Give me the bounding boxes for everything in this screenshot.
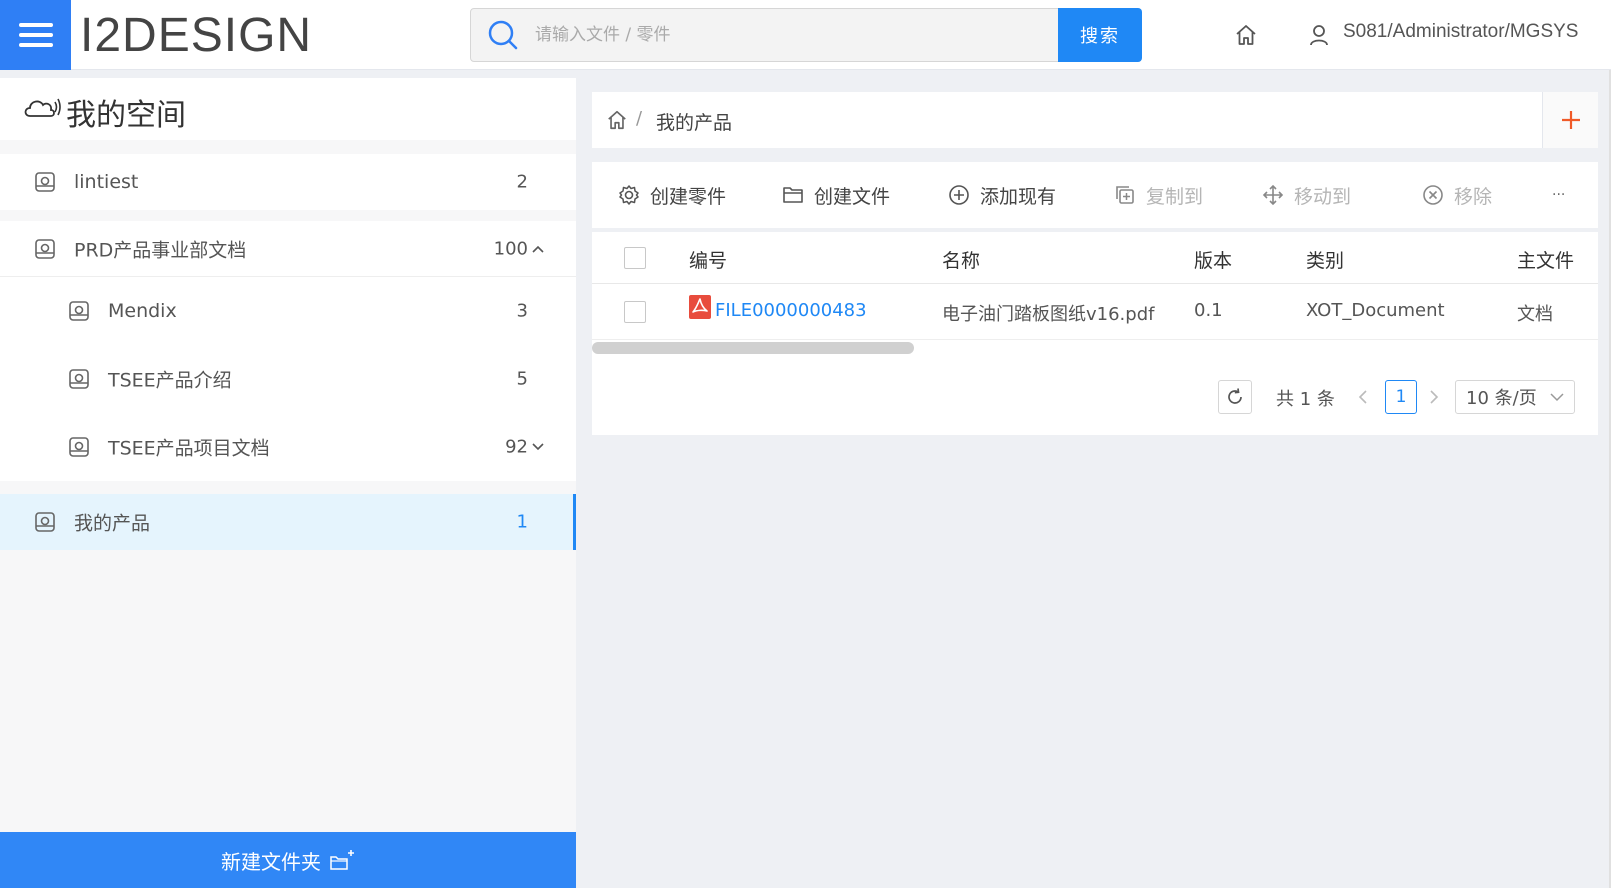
copy-to-label: 复制到 bbox=[1146, 185, 1204, 208]
column-header-name[interactable]: 名称 bbox=[942, 246, 980, 273]
create-file-button[interactable]: 创建文件 bbox=[782, 162, 890, 228]
user-name[interactable]: S081/Administrator/MGSYS bbox=[1343, 21, 1578, 43]
move-to-label: 移动到 bbox=[1294, 185, 1352, 208]
user-icon bbox=[1310, 25, 1328, 46]
refresh-button[interactable] bbox=[1218, 380, 1252, 414]
table-header: 编号 名称 版本 类别 主文件 bbox=[592, 232, 1598, 284]
column-header-main-file[interactable]: 主文件 bbox=[1517, 246, 1574, 273]
chevron-right-icon[interactable] bbox=[1429, 389, 1439, 405]
create-part-button[interactable]: 创建零件 bbox=[618, 162, 726, 228]
file-category: XOT_Document bbox=[1306, 300, 1445, 321]
search-box bbox=[470, 8, 1060, 62]
chevron-up-icon[interactable] bbox=[532, 245, 544, 253]
create-part-label: 创建零件 bbox=[650, 185, 727, 208]
sidebar-item-prd[interactable]: PRD产品事业部文档 100 bbox=[0, 221, 576, 277]
move-to-button[interactable]: 移动到 bbox=[1262, 162, 1351, 228]
more-button[interactable]: ··· bbox=[1552, 162, 1565, 228]
breadcrumb-current: 我的产品 bbox=[656, 112, 733, 134]
file-number-link[interactable]: FILE0000000483 bbox=[715, 300, 867, 321]
sidebar-item-label: TSEE产品介绍 bbox=[108, 369, 232, 392]
folder-icon bbox=[35, 238, 55, 259]
refresh-icon bbox=[1228, 388, 1242, 404]
sidebar-item-label: Mendix bbox=[108, 300, 177, 322]
cloud-icon bbox=[24, 98, 61, 117]
folder-icon bbox=[35, 512, 55, 532]
copy-to-button[interactable]: 复制到 bbox=[1114, 162, 1203, 228]
pdf-icon bbox=[689, 295, 711, 319]
sidebar: 我的空间 lintiest 2 PRD产品事业部文档 100 Mendix 3 … bbox=[0, 78, 576, 888]
add-existing-label: 添加现有 bbox=[980, 185, 1057, 208]
chevron-down-icon[interactable] bbox=[532, 443, 544, 451]
folder-icon bbox=[783, 187, 803, 203]
plus-icon bbox=[1561, 111, 1580, 129]
folder-icon bbox=[35, 172, 55, 192]
sidebar-item-count: 5 bbox=[516, 368, 528, 390]
menu-button[interactable] bbox=[0, 0, 71, 70]
plus-circle-icon bbox=[949, 185, 969, 205]
file-name: 电子油门踏板图纸v16.pdf bbox=[942, 304, 1155, 325]
search-input[interactable] bbox=[535, 9, 1035, 61]
remove-button[interactable]: 移除 bbox=[1422, 162, 1492, 228]
add-existing-button[interactable]: 添加现有 bbox=[948, 162, 1056, 228]
sidebar-item-lintiest[interactable]: lintiest 2 bbox=[0, 154, 576, 210]
hamburger-icon bbox=[18, 23, 53, 47]
file-table: 编号 名称 版本 类别 主文件 FILE0000000483 电子油门踏板图纸v… bbox=[592, 232, 1598, 435]
create-file-label: 创建文件 bbox=[814, 185, 891, 208]
column-header-number[interactable]: 编号 bbox=[689, 246, 727, 273]
copy-icon bbox=[1116, 186, 1134, 204]
pagination: 共 1 条 1 10 条/页 bbox=[592, 380, 1598, 414]
select-all-checkbox[interactable] bbox=[624, 247, 646, 269]
column-header-category[interactable]: 类别 bbox=[1306, 246, 1344, 273]
folder-icon bbox=[69, 369, 89, 389]
new-folder-button[interactable]: 新建文件夹 bbox=[0, 832, 576, 888]
column-header-version[interactable]: 版本 bbox=[1194, 246, 1232, 273]
sidebar-item-count: 3 bbox=[516, 300, 528, 322]
search-button[interactable]: 搜索 bbox=[1058, 8, 1142, 62]
chevron-left-icon[interactable] bbox=[1358, 389, 1368, 405]
sidebar-item-count: 100 bbox=[493, 238, 528, 259]
sidebar-item-label: TSEE产品项目文档 bbox=[108, 437, 270, 460]
move-icon bbox=[1262, 184, 1284, 206]
table-row[interactable]: FILE0000000483 电子油门踏板图纸v16.pdf 0.1 XOT_D… bbox=[592, 284, 1598, 340]
sidebar-item-label: lintiest bbox=[74, 171, 139, 193]
file-main-file: 文档 bbox=[1517, 304, 1553, 325]
top-header: I2DESIGN 搜索 S081/Administrator/MGSYS bbox=[0, 0, 1611, 70]
more-label: ··· bbox=[1552, 187, 1566, 203]
page-size-value: 10 条/页 bbox=[1466, 388, 1537, 409]
sidebar-item-mendix[interactable]: Mendix 3 bbox=[0, 277, 576, 345]
file-version: 0.1 bbox=[1194, 300, 1223, 321]
home-icon[interactable] bbox=[606, 109, 628, 131]
folder-icon bbox=[69, 301, 89, 321]
sidebar-item-tsee-intro[interactable]: TSEE产品介绍 5 bbox=[0, 345, 576, 413]
row-checkbox[interactable] bbox=[624, 301, 646, 323]
breadcrumb-separator: / bbox=[636, 108, 643, 129]
add-button[interactable] bbox=[1542, 92, 1598, 148]
folder-icon bbox=[69, 437, 89, 457]
new-folder-label: 新建文件夹 bbox=[221, 849, 321, 874]
space-title: 我的空间 bbox=[0, 78, 576, 140]
sidebar-item-my-products[interactable]: 我的产品 1 bbox=[0, 494, 576, 550]
current-page-button[interactable]: 1 bbox=[1385, 380, 1417, 414]
home-icon[interactable] bbox=[1234, 23, 1258, 47]
sidebar-item-count: 1 bbox=[516, 511, 528, 533]
remove-label: 移除 bbox=[1454, 185, 1493, 208]
breadcrumb: / 我的产品 bbox=[592, 92, 1598, 148]
sidebar-item-label: PRD产品事业部文档 bbox=[74, 239, 247, 261]
search-icon bbox=[488, 20, 518, 50]
horizontal-scrollbar[interactable] bbox=[592, 342, 914, 354]
sidebar-item-label: 我的产品 bbox=[74, 512, 151, 535]
close-circle-icon bbox=[1423, 185, 1443, 205]
sidebar-item-count: 2 bbox=[516, 171, 528, 193]
chevron-down-icon bbox=[1550, 393, 1564, 402]
app-logo: I2DESIGN bbox=[80, 9, 313, 62]
sidebar-item-count: 92 bbox=[505, 436, 528, 458]
total-count: 共 1 条 bbox=[1276, 389, 1335, 410]
gear-icon bbox=[619, 185, 639, 205]
folder-add-icon bbox=[330, 850, 354, 870]
space-title-text: 我的空间 bbox=[66, 98, 186, 133]
page-size-select[interactable]: 10 条/页 bbox=[1455, 380, 1575, 414]
sidebar-item-tsee-project[interactable]: TSEE产品项目文档 92 bbox=[0, 413, 576, 481]
toolbar: 创建零件 创建文件 添加现有 复制到 移动到 移除 ··· bbox=[592, 162, 1598, 228]
